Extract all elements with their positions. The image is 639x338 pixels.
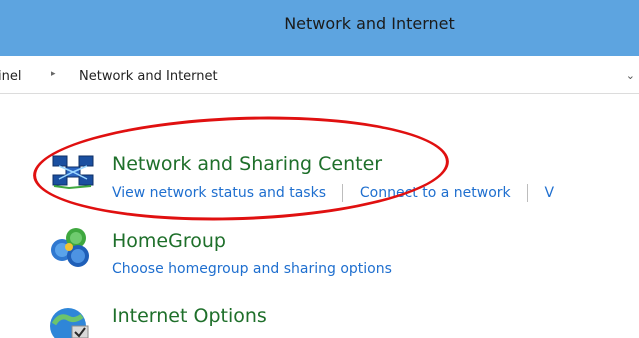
internet-options-link[interactable]: Internet Options [112,305,267,327]
link-divider [527,184,529,202]
network-sharing-tasks: View network status and tasks Connect to… [112,184,554,202]
breadcrumb-network-and-internet[interactable]: Network and Internet [79,69,218,84]
breadcrumb-control-panel[interactable]: inel [0,69,21,84]
address-bar[interactable]: inel ▸ Network and Internet ⌄ [0,56,639,94]
window-title: Network and Internet [284,14,455,33]
homegroup-icon[interactable] [48,226,92,268]
internet-options-icon[interactable] [48,304,92,338]
homegroup-sharing-options-link[interactable]: Choose homegroup and sharing options [112,261,392,277]
connect-to-network-link[interactable]: Connect to a network [360,185,511,201]
network-sharing-icon[interactable] [51,153,95,189]
address-dropdown-icon[interactable]: ⌄ [626,69,635,82]
breadcrumb-separator-icon[interactable]: ▸ [51,69,56,79]
homegroup-tasks: Choose homegroup and sharing options [112,261,392,277]
link-divider [342,184,344,202]
view-network-status-link[interactable]: View network status and tasks [112,185,326,201]
window-titlebar: Network and Internet [0,0,639,56]
truncated-task-link[interactable]: V [545,185,555,201]
homegroup-link[interactable]: HomeGroup [112,230,226,252]
network-sharing-center-link[interactable]: Network and Sharing Center [112,153,382,175]
